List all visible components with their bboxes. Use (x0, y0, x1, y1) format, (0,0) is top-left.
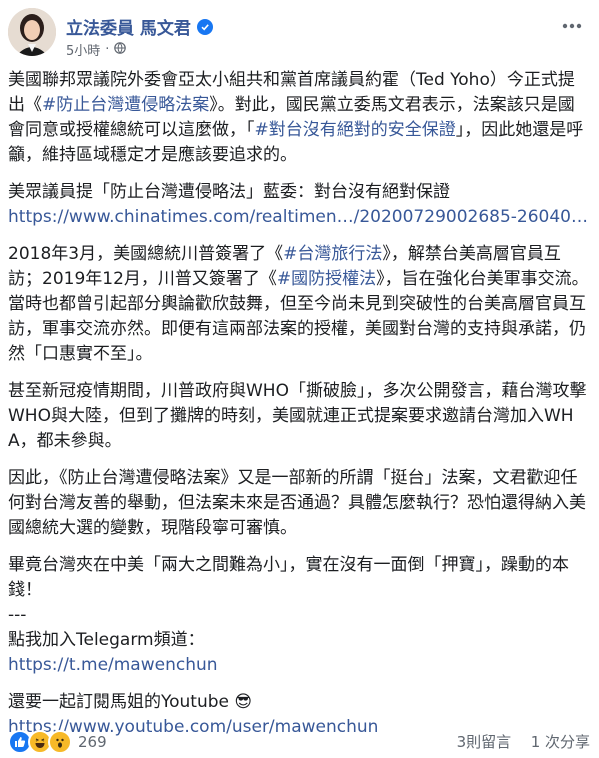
reactions-summary[interactable]: 269 (8, 730, 107, 754)
post-footer: 269 3則留言 1 次分享 (8, 728, 590, 754)
post-body: 美國聯邦眾議院外委會亞太小組共和黨首席議員約霍（Ted Yoho）今正式提出《#… (8, 68, 590, 740)
separator-text: --- (8, 605, 27, 625)
paragraph-article: 美眾議員提「防止台灣遭侵略法」藍委：對台沒有絕對保證 https://www.c… (8, 180, 590, 230)
globe-icon (114, 41, 127, 58)
avatar-image (8, 8, 56, 56)
wow-react-icon (48, 730, 72, 754)
hashtag-link[interactable]: #國防授權法 (277, 269, 376, 289)
more-icon[interactable] (558, 14, 586, 38)
post-meta: 5小時 · (66, 40, 127, 59)
reaction-count[interactable]: 269 (78, 733, 107, 751)
telegram-link[interactable]: https://t.me/mawenchun (8, 653, 590, 678)
hashtag-link[interactable]: #台灣旅行法 (283, 244, 382, 264)
facebook-post: 立法委員 馬文君 5小時 · 美國聯邦眾議院外委會亞太小組共和黨首席議員約霍（T… (0, 0, 599, 758)
youtube-label: 還要一起訂閱馬姐的Youtube (8, 692, 229, 712)
paragraph-conclusion: 因此，《防止台灣遭侵略法案》又是一部新的所謂「挺台」法案，文君歡迎任何對台灣友善… (8, 468, 586, 538)
comments-count[interactable]: 3則留言 (457, 733, 512, 751)
shares-count[interactable]: 1 次分享 (531, 733, 590, 751)
meta-separator: · (105, 42, 110, 57)
author-name[interactable]: 立法委員 馬文君 (66, 14, 191, 39)
post-time[interactable]: 5小時 (66, 40, 100, 59)
article-link[interactable]: https://www.chinatimes.com/realtimen…/20… (8, 205, 590, 230)
paragraph-closing: 畢竟台灣夾在中美「兩大之間難為小」，實在沒有一面倒「押寶」，躁動的本錢！ (8, 555, 569, 600)
engagement-counts: 3則留言 1 次分享 (457, 731, 590, 752)
hashtag-link[interactable]: #防止台灣遭侵略法案 (42, 95, 209, 115)
paragraph-who: 甚至新冠疫情期間，川普政府與WHO「撕破臉」，多次公開發言，藉台灣攻擊WHO與大… (8, 381, 587, 451)
hashtag-link[interactable]: #對台沒有絕對的安全保證 (255, 120, 456, 140)
author-name-row: 立法委員 馬文君 (66, 14, 213, 39)
telegram-label: 點我加入Telegarm頻道： (8, 630, 205, 650)
sunglasses-emoji: 😎 (234, 692, 253, 712)
youtube-line: 還要一起訂閱馬姐的Youtube 😎 (8, 690, 590, 715)
post-header: 立法委員 馬文君 5小時 · (8, 8, 588, 59)
paragraph-history: 2018年3月，美國總統川普簽署了《#台灣旅行法》，解禁台美高層官員互訪；201… (8, 242, 590, 367)
paragraph-intro: 美國聯邦眾議院外委會亞太小組共和黨首席議員約霍（Ted Yoho）今正式提出《#… (8, 68, 590, 168)
text-segment: 2018年3月，美國總統川普簽署了《 (8, 244, 284, 264)
avatar[interactable] (8, 8, 56, 56)
article-title: 美眾議員提「防止台灣遭侵略法」藍委：對台沒有絕對保證 (8, 182, 450, 202)
verified-icon (196, 18, 213, 35)
